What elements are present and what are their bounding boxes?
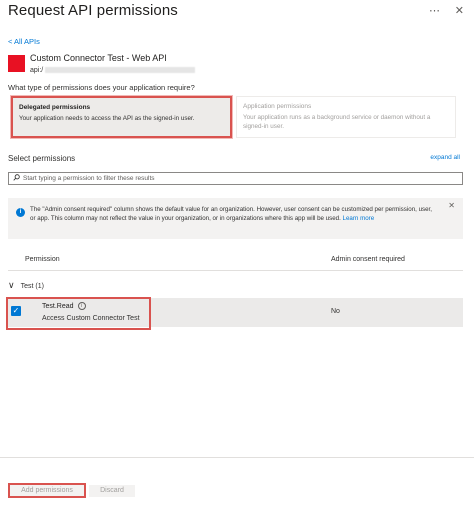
learn-more-link[interactable]: Learn more — [343, 215, 375, 222]
permission-group-label: Test (1) — [20, 283, 44, 290]
permission-group-test[interactable]: ∨ Test (1) — [8, 280, 44, 291]
redacted-uri — [45, 67, 196, 74]
permission-name-text: Test.Read — [42, 302, 74, 310]
page-title: Request API permissions — [8, 2, 178, 19]
permission-description: Access Custom Connector Test — [42, 315, 140, 322]
delegated-permissions-tile[interactable]: Delegated permissions Your application n… — [11, 96, 232, 138]
footer-divider — [0, 457, 474, 458]
info-icon[interactable]: i — [77, 302, 86, 310]
add-permissions-button[interactable]: Add permissions — [8, 483, 86, 498]
info-icon: i — [16, 208, 25, 217]
app-uri: api:/ — [30, 67, 196, 74]
all-apis-link[interactable]: < All APIs — [8, 37, 40, 46]
search-icon — [13, 174, 20, 181]
app-name: Custom Connector Test - Web API — [30, 53, 167, 63]
application-permissions-description: Your application runs as a background se… — [243, 114, 431, 130]
ellipsis-icon[interactable]: ⋯ — [429, 4, 440, 17]
permission-type-question: What type of permissions does your appli… — [8, 83, 195, 92]
table-header-divider — [8, 270, 463, 271]
select-permissions-label: Select permissions — [8, 154, 76, 163]
delegated-permissions-description: Your application needs to access the API… — [19, 115, 195, 122]
app-logo — [8, 55, 25, 72]
admin-consent-info-banner: i The "Admin consent required" column sh… — [8, 198, 463, 239]
delegated-permissions-title: Delegated permissions — [19, 104, 91, 111]
chevron-down-icon: ∨ — [8, 280, 15, 290]
discard-button[interactable]: Discard — [89, 485, 135, 497]
permission-search-input[interactable]: Start typing a permission to filter thes… — [8, 172, 463, 185]
close-icon[interactable]: ✕ — [448, 201, 455, 210]
app-uri-prefix: api:/ — [30, 67, 44, 74]
search-placeholder: Start typing a permission to filter thes… — [23, 175, 155, 182]
application-permissions-title: Application permissions — [243, 103, 312, 110]
column-header-admin-consent: Admin consent required — [331, 256, 405, 263]
close-icon[interactable]: ✕ — [455, 4, 464, 17]
admin-consent-value: No — [331, 308, 340, 315]
expand-all-link[interactable]: expand all — [430, 154, 460, 161]
info-banner-text: The "Admin consent required" column show… — [30, 205, 433, 223]
application-permissions-tile[interactable]: Application permissions Your application… — [236, 96, 456, 138]
column-header-permission: Permission — [25, 256, 60, 263]
permission-name: Test.Read i — [42, 302, 86, 310]
permission-checkbox[interactable]: ✓ — [11, 306, 21, 316]
